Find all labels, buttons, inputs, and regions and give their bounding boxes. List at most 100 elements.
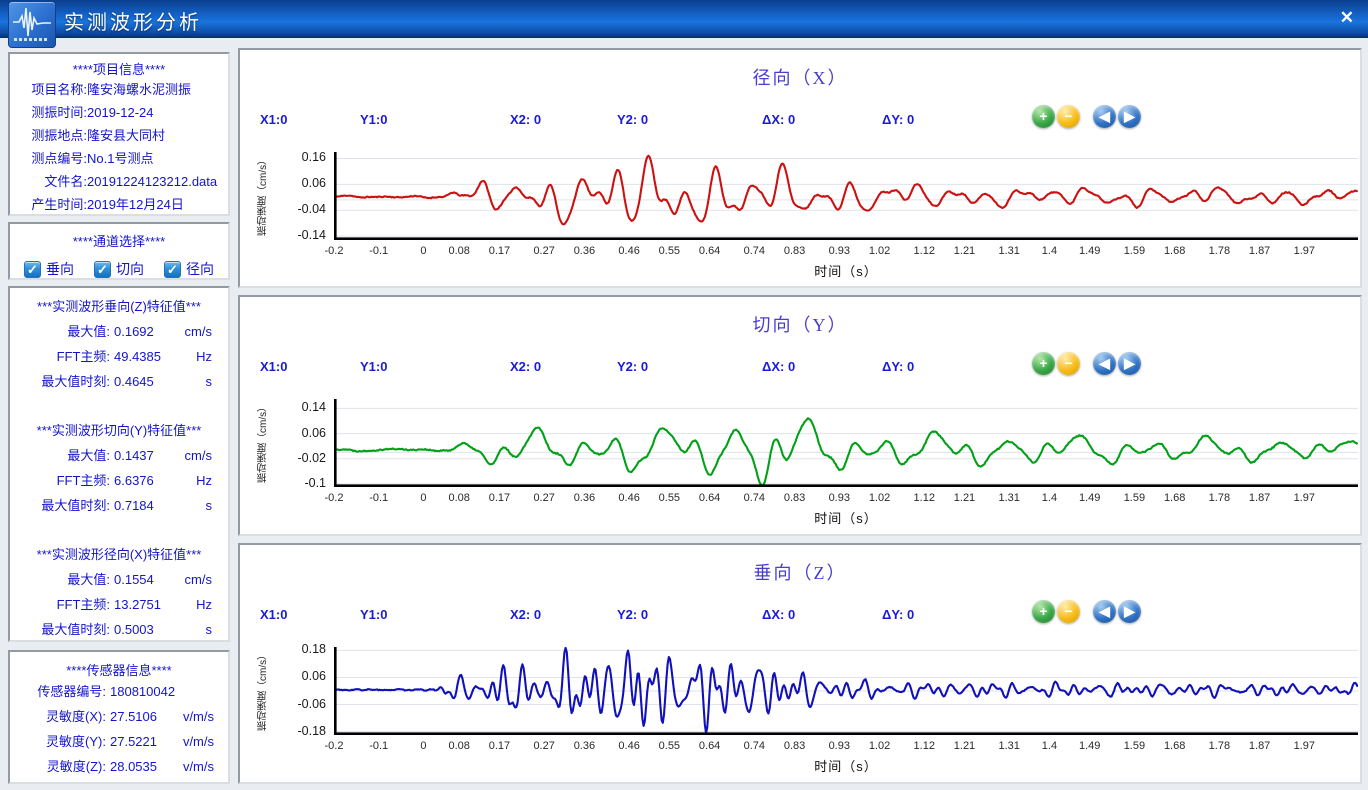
feature-row-unit: cm/s [185, 567, 212, 592]
project-row: 测振地点:隆安县大同村 [10, 124, 228, 147]
x-tick-label: 1.02 [858, 492, 902, 504]
sensor-row-value: 27.5106 [110, 709, 157, 724]
x-tick-label: 1.12 [902, 492, 946, 504]
x-axis-spine [334, 237, 1358, 240]
x-tick-label: 0.36 [562, 740, 606, 752]
feature-row: FFT主频:6.6376Hz [10, 468, 228, 493]
pan-left-button[interactable]: ◀ [1093, 352, 1116, 375]
feature-row-value: 0.4645 [114, 374, 154, 389]
channel-label: 切向 [116, 259, 144, 279]
readout-delta-x: ΔX: 0 [762, 359, 795, 374]
x-tick-label: 1.59 [1112, 740, 1156, 752]
pan-right-button[interactable]: ▶ [1118, 352, 1141, 375]
y-tick-label: 0.06 [274, 426, 326, 440]
feature-row: FFT主频:49.4385Hz [10, 344, 228, 369]
sensor-info-panel: ****传感器信息**** 传感器编号:180810042灵敏度(X):27.5… [8, 650, 230, 784]
x-tick-label: 1.78 [1197, 492, 1241, 504]
feature-row-unit: cm/s [185, 319, 212, 344]
x-tick-label: 1.78 [1197, 245, 1241, 257]
readout-y1: Y1:0 [360, 607, 387, 622]
project-info-panel: ****项目信息**** 项目名称:隆安海螺水泥测振测振时间:2019-12-2… [8, 52, 230, 216]
x-tick-label: 1.78 [1197, 740, 1241, 752]
feature-row-value: 0.7184 [114, 498, 154, 513]
feature-row-value: 0.1437 [114, 448, 154, 463]
feature-row-value: 49.4385 [114, 349, 161, 364]
y-axis-label: 振动速度（cm/s） [256, 643, 271, 731]
readout-x1: X1:0 [260, 359, 287, 374]
close-icon[interactable]: ✕ [1340, 7, 1354, 29]
x-tick-label: 1.12 [902, 245, 946, 257]
project-row-label: 产生时间: [15, 193, 87, 216]
channel-checkbox-radial[interactable]: ✓ 径向 [164, 259, 214, 279]
readout-y2: Y2: 0 [617, 112, 648, 127]
waveform-plot[interactable] [334, 647, 1358, 735]
feature-row-value: 0.1692 [114, 324, 154, 339]
channel-label: 垂向 [46, 259, 74, 279]
pan-left-button[interactable]: ◀ [1093, 105, 1116, 128]
project-row-label: 文件名: [15, 170, 87, 193]
waveform-plot[interactable] [334, 399, 1358, 487]
x-tick-label: 1.4 [1027, 740, 1071, 752]
window-title: 实测波形分析 [64, 6, 202, 35]
x-tick-label: 1.21 [942, 492, 986, 504]
zoom-out-button[interactable]: − [1057, 105, 1080, 128]
x-tick-label: 0.93 [817, 740, 861, 752]
sensor-row-label: 灵敏度(Z): [18, 754, 106, 779]
project-row: 文件名:20191224123212.data [10, 170, 228, 193]
x-axis-label: 时间（s） [334, 508, 1358, 527]
y-tick-label: 0.14 [274, 400, 326, 414]
readout-x2: X2: 0 [510, 359, 541, 374]
y-tick-label: 0.16 [274, 150, 326, 164]
waveform-plot[interactable] [334, 152, 1358, 240]
feature-row-value: 6.6376 [114, 473, 154, 488]
channel-checkbox-vertical[interactable]: ✓ 垂向 [24, 259, 74, 279]
chart-panel-vertical-z: 垂向（Z）X1:0Y1:0X2: 0Y2: 0ΔX: 0ΔY: 0+−◀▶振动速… [238, 543, 1362, 784]
checkbox-checked-icon[interactable]: ✓ [164, 261, 181, 278]
y-axis-spine [334, 152, 337, 240]
project-info-rows: 项目名称:隆安海螺水泥测振测振时间:2019-12-24测振地点:隆安县大同村测… [10, 78, 228, 216]
project-row-value: 2019-12-24 [87, 101, 154, 124]
pan-right-button[interactable]: ▶ [1118, 600, 1141, 623]
project-row-value: 2019年12月24日 [87, 193, 184, 216]
pan-right-button[interactable]: ▶ [1118, 105, 1141, 128]
x-tick-label: 0.64 [688, 492, 732, 504]
project-info-heading: ****项目信息**** [10, 59, 228, 78]
zoom-out-button[interactable]: − [1057, 352, 1080, 375]
chart-toolbar: +−◀▶ [1032, 352, 1143, 375]
feature-row-label: 最大值: [18, 443, 110, 468]
x-tick-label: 1.59 [1112, 492, 1156, 504]
checkbox-checked-icon[interactable]: ✓ [24, 261, 41, 278]
x-tick-label: 0.36 [562, 492, 606, 504]
x-tick-label: 0.17 [477, 245, 521, 257]
y-tick-label: 0.06 [274, 176, 326, 190]
channel-select-heading: ****通道选择**** [10, 231, 228, 250]
checkbox-checked-icon[interactable]: ✓ [94, 261, 111, 278]
x-tick-label: 0.46 [607, 492, 651, 504]
channel-checkbox-tangential[interactable]: ✓ 切向 [94, 259, 144, 279]
x-tick-label: 1.68 [1153, 740, 1197, 752]
zoom-in-button[interactable]: + [1032, 352, 1055, 375]
x-tick-label: -0.2 [312, 245, 356, 257]
feature-row: 最大值:0.1437cm/s [10, 443, 228, 468]
readout-x2: X2: 0 [510, 607, 541, 622]
x-axis-label: 时间（s） [334, 261, 1358, 280]
title-bar: 实测波形分析 ✕ [0, 0, 1368, 38]
zoom-in-button[interactable]: + [1032, 600, 1055, 623]
x-tick-label: 1.4 [1027, 492, 1071, 504]
x-tick-label: -0.1 [357, 245, 401, 257]
zoom-in-button[interactable]: + [1032, 105, 1055, 128]
x-tick-label: 0.17 [477, 492, 521, 504]
x-tick-label: -0.2 [312, 492, 356, 504]
channel-label: 径向 [186, 259, 214, 279]
x-tick-label: 1.31 [987, 740, 1031, 752]
x-tick-label: 0.46 [607, 740, 651, 752]
pan-left-button[interactable]: ◀ [1093, 600, 1116, 623]
readout-x1: X1:0 [260, 607, 287, 622]
x-tick-label: 1.97 [1282, 740, 1326, 752]
y-tick-label: -0.04 [274, 202, 326, 216]
y-axis-spine [334, 647, 337, 735]
x-tick-label: 0.93 [817, 245, 861, 257]
zoom-out-button[interactable]: − [1057, 600, 1080, 623]
feature-row: 最大值时刻:0.4645s [10, 369, 228, 394]
x-tick-label: 1.02 [858, 245, 902, 257]
